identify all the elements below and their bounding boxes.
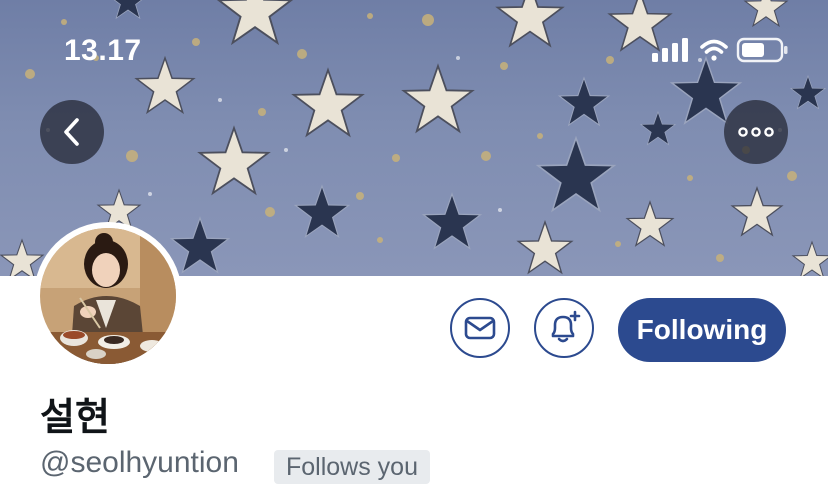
ellipsis-icon: [738, 127, 774, 137]
display-name: 설현: [40, 395, 110, 439]
status-time: 13.17: [64, 34, 142, 67]
envelope-icon: [464, 316, 496, 340]
chevron-left-icon: [64, 118, 79, 146]
status-icons: [652, 36, 790, 69]
back-button[interactable]: [40, 100, 104, 164]
notifications-button[interactable]: [534, 298, 594, 358]
message-button[interactable]: [450, 298, 510, 358]
avatar[interactable]: [34, 222, 182, 370]
battery-icon: [736, 37, 788, 63]
status-bar: 13.17: [0, 0, 828, 100]
follows-you-badge: Follows you: [274, 450, 430, 484]
cellular-signal-icon: [652, 38, 688, 62]
profile-photo: [40, 228, 176, 364]
following-button[interactable]: Following: [618, 298, 786, 362]
user-handle: @seolhyuntion: [40, 446, 239, 479]
bell-plus-icon: [551, 310, 581, 343]
wifi-icon: [700, 39, 728, 61]
more-options-button[interactable]: [724, 100, 788, 164]
